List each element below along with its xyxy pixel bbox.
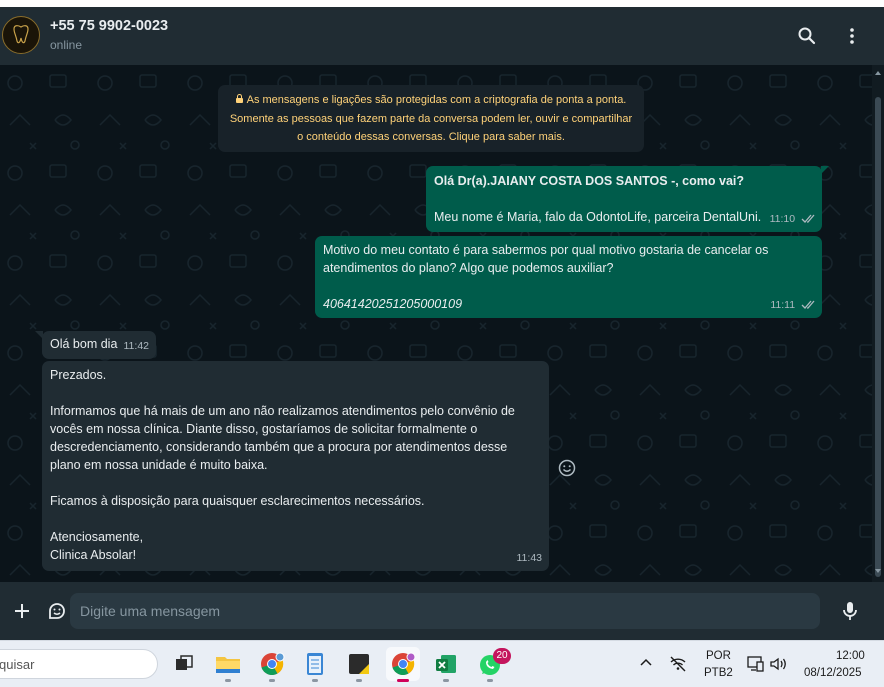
outgoing-message[interactable]: Olá Dr(a).JAIANY COSTA DOS SANTOS -, com… bbox=[426, 166, 829, 232]
chrome-icon[interactable] bbox=[255, 647, 289, 682]
network-offline-icon[interactable] bbox=[668, 654, 688, 674]
chat-header: +55 75 9902-0023 online bbox=[0, 7, 884, 65]
bubble-tail bbox=[35, 331, 43, 339]
encryption-notice-line3: o conteúdo dessas conversas. Clique para… bbox=[297, 131, 565, 143]
message-time: 11:11 bbox=[770, 299, 796, 311]
message-composer: Digite uma mensagem bbox=[0, 582, 884, 640]
encryption-notice-line1: As mensagens e ligações são protegidas c… bbox=[246, 94, 627, 106]
message-line: descredenciamento, considerando também q… bbox=[50, 440, 508, 454]
scroll-up-arrow-icon[interactable] bbox=[875, 71, 881, 75]
message-meta: 11:11 bbox=[770, 296, 815, 314]
active-indicator bbox=[397, 679, 409, 682]
message-text: Olá bom dia bbox=[50, 337, 118, 351]
sticky-notes-icon[interactable] bbox=[342, 647, 376, 682]
device-icon[interactable] bbox=[746, 654, 766, 674]
message-greeting: Olá Dr(a).JAIANY COSTA DOS SANTOS -, com… bbox=[434, 174, 745, 188]
chevron-up-icon[interactable] bbox=[638, 655, 654, 671]
clock-date[interactable]: 08/12/2025 bbox=[804, 667, 862, 679]
message-line: plano em nossa unidade é muito baixa. bbox=[50, 458, 268, 472]
running-indicator bbox=[487, 679, 493, 682]
chat-area: As mensagens e ligações são protegidas c… bbox=[0, 65, 872, 582]
message-line: Clinica Absolar! bbox=[50, 548, 137, 562]
search-icon[interactable] bbox=[795, 24, 819, 48]
message-time: 11:42 bbox=[123, 340, 150, 352]
reaction-emoji-icon[interactable] bbox=[557, 458, 577, 478]
task-view-icon[interactable] bbox=[167, 647, 201, 681]
message-input-placeholder: Digite uma mensagem bbox=[80, 603, 221, 619]
double-check-icon bbox=[801, 214, 815, 223]
incoming-message[interactable]: Olá bom dia 11:42 bbox=[35, 331, 156, 359]
keyboard-layout[interactable]: PTB2 bbox=[704, 667, 733, 679]
notepad-icon[interactable] bbox=[298, 647, 332, 682]
message-time: 11:10 bbox=[769, 213, 796, 225]
input-language[interactable]: POR bbox=[706, 650, 731, 662]
tooth-logo-icon bbox=[13, 25, 29, 44]
running-indicator bbox=[356, 679, 362, 682]
contact-name[interactable]: +55 75 9902-0023 bbox=[50, 18, 168, 34]
excel-icon[interactable] bbox=[429, 647, 463, 682]
volume-icon[interactable] bbox=[768, 654, 788, 674]
message-input[interactable]: Digite uma mensagem bbox=[70, 593, 820, 629]
double-check-icon bbox=[801, 300, 815, 309]
taskbar: quisar 20 POR PTB2 12:00 08/12/2025 bbox=[0, 640, 884, 687]
message-text: Meu nome é Maria, falo da OdontoLife, pa… bbox=[434, 210, 762, 224]
more-vert-icon[interactable] bbox=[840, 24, 864, 48]
incoming-message[interactable]: Prezados. Informamos que há mais de um a… bbox=[42, 361, 549, 571]
message-line: vocês em nossa clínica. Diante disso, go… bbox=[50, 422, 478, 436]
chrome-profile-icon[interactable] bbox=[386, 647, 420, 682]
notification-badge: 20 bbox=[493, 648, 511, 664]
clock-time[interactable]: 12:00 bbox=[836, 650, 865, 662]
whatsapp-icon[interactable]: 20 bbox=[473, 647, 511, 682]
message-time: 11:43 bbox=[516, 552, 543, 564]
scroll-down-arrow-icon[interactable] bbox=[875, 569, 881, 573]
taskbar-search[interactable]: quisar bbox=[0, 649, 158, 679]
running-indicator bbox=[443, 679, 449, 682]
message-line: Prezados. bbox=[50, 368, 107, 382]
message-reference: 40641420251205000109 bbox=[323, 297, 463, 311]
encryption-notice-line2: Somente as pessoas que fazem parte da co… bbox=[229, 112, 633, 125]
scroll-thumb[interactable] bbox=[875, 97, 881, 577]
bubble-tail bbox=[821, 166, 829, 174]
message-line: Informamos que há mais de um ano não rea… bbox=[50, 404, 515, 418]
running-indicator bbox=[225, 679, 231, 682]
message-line: Ficamos à disposição para quaisquer escl… bbox=[50, 494, 425, 508]
message-line: Atenciosamente, bbox=[50, 530, 144, 544]
running-indicator bbox=[312, 679, 318, 682]
plus-icon[interactable] bbox=[10, 599, 34, 623]
message-line: Motivo do meu contato é para sabermos po… bbox=[323, 243, 769, 257]
mic-icon[interactable] bbox=[838, 599, 862, 623]
file-explorer-icon[interactable] bbox=[211, 647, 245, 682]
lock-icon bbox=[235, 94, 243, 103]
sticker-icon[interactable] bbox=[45, 599, 69, 623]
message-meta: 11:10 bbox=[770, 210, 815, 228]
taskbar-search-text: quisar bbox=[0, 657, 35, 672]
encryption-notice[interactable]: As mensagens e ligações são protegidas c… bbox=[218, 85, 644, 152]
avatar[interactable] bbox=[2, 16, 40, 54]
chat-scrollbar[interactable] bbox=[872, 65, 884, 582]
message-line: atendimentos do plano? Algo que podemos … bbox=[323, 261, 614, 275]
contact-status: online bbox=[50, 38, 83, 52]
running-indicator bbox=[269, 679, 275, 682]
outgoing-message[interactable]: Motivo do meu contato é para sabermos po… bbox=[315, 236, 822, 318]
whatsapp-window: +55 75 9902-0023 online As mensagens e l… bbox=[0, 7, 884, 640]
